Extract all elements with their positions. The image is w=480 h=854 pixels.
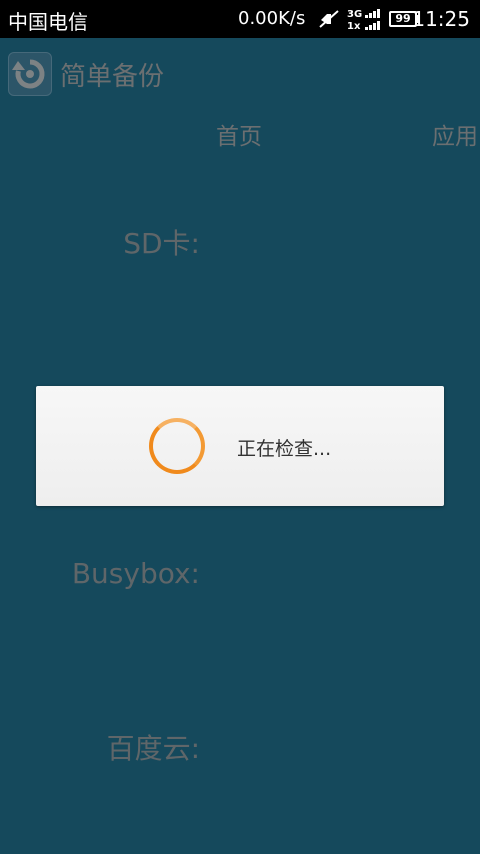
sd-card-label: SD卡:: [123, 227, 200, 260]
svg-text:3G: 3G: [347, 9, 362, 20]
mute-icon: [319, 10, 339, 28]
carrier-name: 中国电信: [8, 10, 88, 34]
restore-icon: [12, 59, 45, 89]
loading-dialog: 正在检查...: [36, 386, 444, 506]
busybox-label: Busybox:: [71, 557, 200, 590]
signal-icon: 3G 1x: [347, 9, 380, 31]
svg-text:1x: 1x: [347, 21, 361, 31]
clock: 11:25: [412, 7, 470, 31]
network-speed: 0.00K/s: [238, 8, 306, 29]
status-bar: 中国电信 0.00K/s 3G 1x 99 11:25: [0, 0, 480, 38]
tab-home[interactable]: 首页: [216, 117, 262, 151]
app-title: 简单备份: [60, 62, 165, 92]
baidu-cloud-label: 百度云:: [106, 732, 200, 765]
loading-message: 正在检查...: [237, 438, 332, 460]
loading-spinner-icon: [149, 418, 205, 474]
app-icon[interactable]: [8, 52, 52, 96]
tab-apps[interactable]: 应用: [432, 117, 478, 151]
